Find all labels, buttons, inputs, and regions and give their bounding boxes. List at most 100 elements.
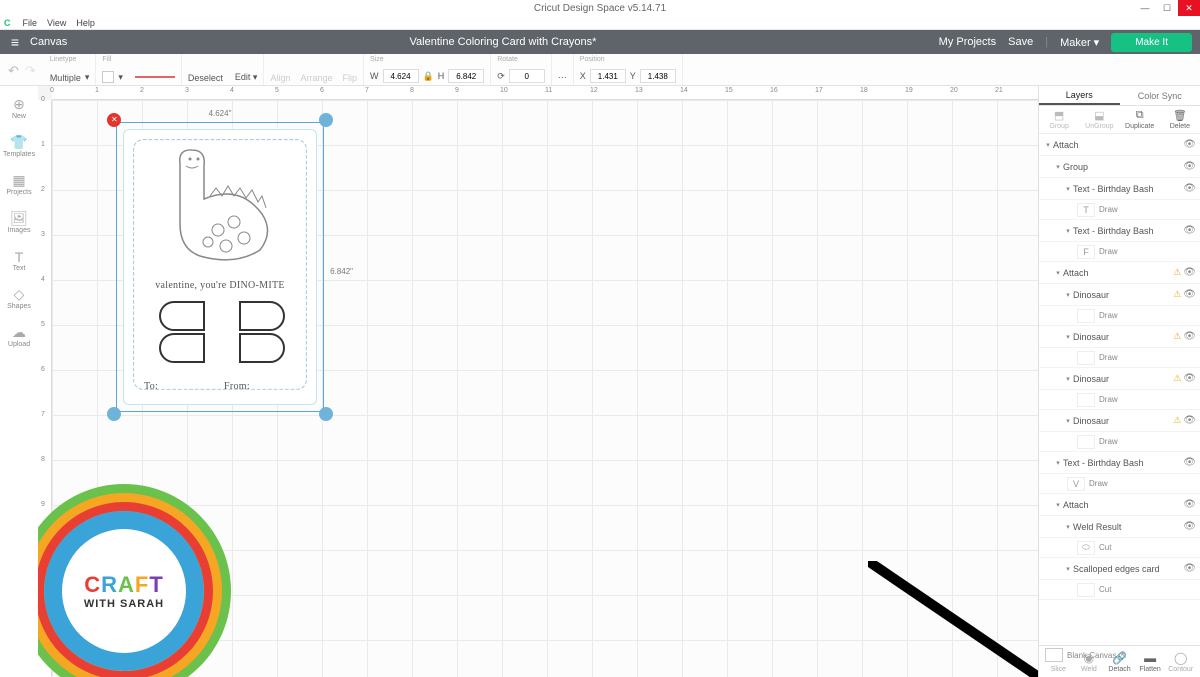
delete-button[interactable]: 🗑Delete bbox=[1160, 106, 1200, 133]
layer-sub-row[interactable]: Draw bbox=[1039, 348, 1200, 368]
layer-row[interactable]: ▾Group👁 bbox=[1039, 156, 1200, 178]
card-artwork[interactable]: valentine, you're DINO-MITE To: From: bbox=[123, 129, 317, 405]
layer-toggle[interactable]: ▾ bbox=[1043, 141, 1053, 149]
visibility-icon[interactable]: 👁 bbox=[1183, 139, 1196, 150]
layer-row[interactable]: ▾Attach👁 bbox=[1039, 134, 1200, 156]
layer-toggle[interactable]: ▾ bbox=[1063, 565, 1073, 573]
visibility-icon[interactable]: 👁 bbox=[1183, 373, 1196, 384]
layer-row[interactable]: ▾Dinosaur⚠👁 bbox=[1039, 410, 1200, 432]
pos-x-input[interactable] bbox=[590, 69, 626, 83]
height-input[interactable] bbox=[448, 69, 484, 83]
save-link[interactable]: Save bbox=[1008, 36, 1033, 48]
arrange-button[interactable]: Arrange bbox=[300, 73, 332, 83]
flip-button[interactable]: Flip bbox=[343, 73, 358, 83]
undo-button[interactable]: ↶ bbox=[8, 63, 19, 79]
visibility-icon[interactable]: 👁 bbox=[1183, 225, 1196, 236]
pos-y-input[interactable] bbox=[640, 69, 676, 83]
fill-select[interactable]: ▾ bbox=[118, 72, 123, 83]
rotate-input[interactable] bbox=[509, 69, 545, 83]
tab-color-sync[interactable]: Color Sync bbox=[1120, 86, 1200, 105]
layer-toggle[interactable]: ▾ bbox=[1063, 333, 1073, 341]
layer-row[interactable]: ▾Dinosaur⚠👁 bbox=[1039, 326, 1200, 348]
visibility-icon[interactable]: 👁 bbox=[1183, 415, 1196, 426]
layer-sub-row[interactable]: Draw bbox=[1039, 306, 1200, 326]
fill-swatch[interactable] bbox=[102, 71, 114, 83]
resize-handle[interactable] bbox=[319, 407, 333, 421]
deselect-button[interactable]: Deselect bbox=[188, 73, 223, 83]
visibility-icon[interactable]: 👁 bbox=[1183, 289, 1196, 300]
blank-canvas-indicator[interactable]: Blank Canvas↖ bbox=[1045, 648, 1127, 662]
text-button[interactable]: TText bbox=[1, 242, 37, 278]
lock-handle[interactable] bbox=[107, 407, 121, 421]
flatten-button[interactable]: ▬Flatten bbox=[1135, 651, 1166, 673]
layer-toggle[interactable]: ▾ bbox=[1063, 375, 1073, 383]
menu-view[interactable]: View bbox=[47, 18, 66, 28]
shapes-button[interactable]: ◇Shapes bbox=[1, 280, 37, 316]
layer-row[interactable]: ▾Attach⚠👁 bbox=[1039, 262, 1200, 284]
visibility-icon[interactable]: 👁 bbox=[1183, 499, 1196, 510]
layer-row[interactable]: ▾Dinosaur⚠👁 bbox=[1039, 368, 1200, 390]
line-color-swatch[interactable] bbox=[135, 76, 175, 78]
layer-sub-row[interactable]: Draw bbox=[1039, 390, 1200, 410]
visibility-icon[interactable]: 👁 bbox=[1183, 267, 1196, 278]
edit-button[interactable]: Edit ▾ bbox=[235, 72, 258, 83]
redo-button[interactable]: ↷ bbox=[25, 63, 36, 79]
tab-layers[interactable]: Layers bbox=[1039, 86, 1120, 105]
layer-sub-row[interactable]: FDraw bbox=[1039, 242, 1200, 262]
layer-toggle[interactable]: ▾ bbox=[1063, 291, 1073, 299]
group-button[interactable]: ⬒Group bbox=[1039, 106, 1079, 133]
machine-selector[interactable]: Maker ▾ bbox=[1060, 36, 1099, 49]
layer-toggle[interactable]: ▾ bbox=[1063, 417, 1073, 425]
delete-handle[interactable] bbox=[107, 113, 121, 127]
layer-toggle[interactable]: ▾ bbox=[1063, 523, 1073, 531]
layer-sub-row[interactable]: TDraw bbox=[1039, 200, 1200, 220]
menu-file[interactable]: File bbox=[23, 18, 38, 28]
layer-toggle[interactable]: ▾ bbox=[1053, 163, 1063, 171]
selection-box[interactable]: 4.624" 6.842" valentine, yo bbox=[116, 122, 324, 412]
visibility-icon[interactable]: 👁 bbox=[1183, 161, 1196, 172]
images-button[interactable]: 🖼Images bbox=[1, 204, 37, 240]
visibility-icon[interactable]: 👁 bbox=[1183, 521, 1196, 532]
visibility-icon[interactable]: 👁 bbox=[1183, 563, 1196, 574]
upload-button[interactable]: ☁Upload bbox=[1, 318, 37, 354]
layer-toggle[interactable]: ▾ bbox=[1053, 459, 1063, 467]
hamburger-button[interactable]: ≡ bbox=[0, 34, 30, 50]
canvas-area[interactable]: 012345678910111213141516171819202122 012… bbox=[38, 86, 1038, 677]
layer-toggle[interactable]: ▾ bbox=[1063, 227, 1073, 235]
menu-help[interactable]: Help bbox=[76, 18, 95, 28]
layer-row[interactable]: ▾Text - Birthday Bash👁 bbox=[1039, 452, 1200, 474]
my-projects-link[interactable]: My Projects bbox=[939, 36, 996, 48]
layer-row[interactable]: ▾Scalloped edges card👁 bbox=[1039, 558, 1200, 580]
layer-toggle[interactable]: ▾ bbox=[1063, 185, 1073, 193]
layer-row[interactable]: ▾Text - Birthday Bash👁 bbox=[1039, 220, 1200, 242]
more-button[interactable]: ⋯ bbox=[558, 72, 567, 83]
align-button[interactable]: Align bbox=[270, 73, 290, 83]
window-maximize-button[interactable]: ☐ bbox=[1156, 0, 1178, 16]
layer-sub-row[interactable]: VDraw bbox=[1039, 474, 1200, 494]
layer-sub-row[interactable]: Cut bbox=[1039, 580, 1200, 600]
make-it-button[interactable]: Make It bbox=[1111, 33, 1192, 52]
duplicate-button[interactable]: ⧉Duplicate bbox=[1120, 106, 1160, 133]
ungroup-button[interactable]: ⬓UnGroup bbox=[1079, 106, 1119, 133]
layer-sub-row[interactable]: ⬭Cut bbox=[1039, 538, 1200, 558]
layers-list[interactable]: ▾Attach👁▾Group👁▾Text - Birthday Bash👁TDr… bbox=[1039, 134, 1200, 645]
lock-aspect-icon[interactable]: 🔒 bbox=[423, 71, 434, 82]
contour-button[interactable]: ◯Contour bbox=[1165, 651, 1196, 673]
layer-row[interactable]: ▾Attach👁 bbox=[1039, 494, 1200, 516]
projects-button[interactable]: ▦Projects bbox=[1, 166, 37, 202]
layer-row[interactable]: ▾Dinosaur⚠👁 bbox=[1039, 284, 1200, 306]
project-title[interactable]: Valentine Coloring Card with Crayons* bbox=[67, 36, 938, 48]
visibility-icon[interactable]: 👁 bbox=[1183, 331, 1196, 342]
window-minimize-button[interactable]: — bbox=[1134, 0, 1156, 16]
visibility-icon[interactable]: 👁 bbox=[1183, 457, 1196, 468]
templates-button[interactable]: 👕Templates bbox=[1, 128, 37, 164]
linetype-select[interactable]: Multiple ▾ bbox=[50, 72, 90, 83]
layer-row[interactable]: ▾Weld Result👁 bbox=[1039, 516, 1200, 538]
layer-toggle[interactable]: ▾ bbox=[1053, 269, 1063, 277]
layer-sub-row[interactable]: Draw bbox=[1039, 432, 1200, 452]
window-close-button[interactable]: ✕ bbox=[1178, 0, 1200, 16]
rotate-handle[interactable] bbox=[319, 113, 333, 127]
new-button[interactable]: ⊕New bbox=[1, 90, 37, 126]
width-input[interactable] bbox=[383, 69, 419, 83]
layer-row[interactable]: ▾Text - Birthday Bash👁 bbox=[1039, 178, 1200, 200]
